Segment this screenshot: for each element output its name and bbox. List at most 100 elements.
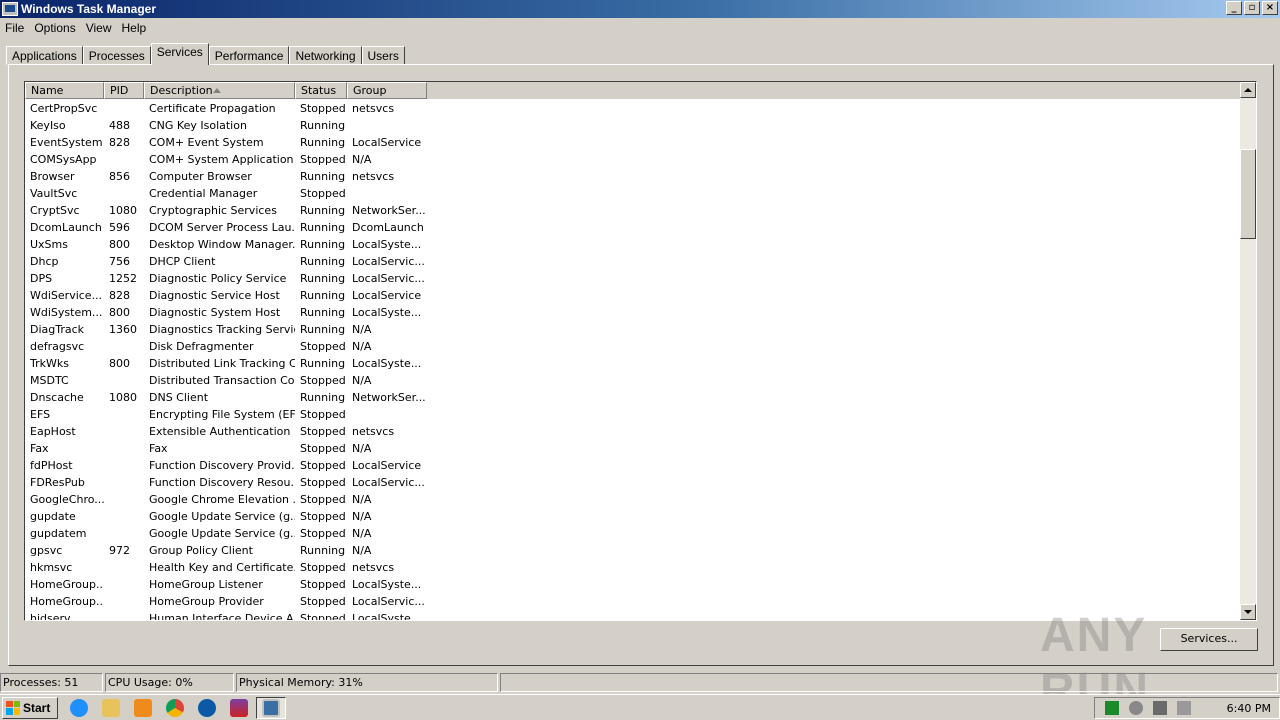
- cell-description: Function Discovery Provid...: [149, 459, 295, 472]
- cell-pid: [104, 423, 144, 440]
- column-header-status[interactable]: Status: [295, 82, 347, 99]
- cell-group: LocalSyste...: [352, 357, 422, 370]
- network-green-icon[interactable]: [1105, 701, 1119, 715]
- cell-description: Google Chrome Elevation ...: [149, 493, 295, 506]
- column-header-group[interactable]: Group: [347, 82, 427, 99]
- cell-name: VaultSvc: [30, 187, 78, 200]
- column-header-pid[interactable]: PID: [104, 82, 144, 99]
- cell-status: Running: [300, 391, 346, 404]
- table-row[interactable]: DiagTrack 1360 Diagnostics Tracking Servic…: [25, 321, 1241, 338]
- cell-name: Dnscache: [30, 391, 84, 404]
- cell-description: DNS Client: [149, 391, 209, 404]
- menu-view[interactable]: View: [81, 19, 117, 37]
- table-row[interactable]: DcomLaunch 596 DCOM Server Process Lau... R…: [25, 219, 1241, 236]
- close-button[interactable]: ×: [1262, 1, 1278, 15]
- cell-status: Stopped: [300, 442, 346, 455]
- vertical-scrollbar[interactable]: [1240, 82, 1256, 620]
- start-button[interactable]: Start: [2, 696, 58, 719]
- menu-help[interactable]: Help: [117, 19, 152, 37]
- tab-networking[interactable]: Networking: [289, 46, 362, 65]
- tab-strip: Applications Processes Services Performa…: [6, 43, 405, 65]
- cell-description: Human Interface Device A...: [149, 612, 295, 621]
- arrow-up-icon: [1244, 88, 1252, 92]
- table-row[interactable]: HomeGroup... HomeGroup Listener Stopped Loc…: [25, 576, 1241, 593]
- ie-icon[interactable]: [64, 697, 94, 719]
- table-row[interactable]: EventSystem 828 COM+ Event System Running Lo…: [25, 134, 1241, 151]
- cell-pid: 828: [109, 289, 130, 302]
- cell-description: Diagnostic System Host: [149, 306, 281, 319]
- cell-pid: [104, 185, 144, 202]
- winrar-icon[interactable]: [224, 697, 254, 719]
- cell-pid: [104, 610, 144, 620]
- chrome-icon[interactable]: [160, 697, 190, 719]
- scroll-thumb[interactable]: [1240, 149, 1256, 239]
- tab-services[interactable]: Services: [150, 43, 209, 65]
- menu-options[interactable]: Options: [29, 19, 80, 37]
- scroll-down-button[interactable]: [1240, 604, 1256, 620]
- tab-applications[interactable]: Applications: [6, 46, 83, 65]
- table-row[interactable]: WdiSystem... 800 Diagnostic System Host Run…: [25, 304, 1241, 321]
- cell-group: netsvcs: [352, 102, 395, 115]
- table-row[interactable]: MSDTC Distributed Transaction Co... Stoppe…: [25, 372, 1241, 389]
- window-controls: _ ▫ ×: [1226, 1, 1278, 15]
- minimize-button[interactable]: _: [1226, 1, 1242, 15]
- table-row[interactable]: DPS 1252 Diagnostic Policy Service Running L…: [25, 270, 1241, 287]
- network-icon[interactable]: [1153, 701, 1167, 715]
- table-row[interactable]: EapHost Extensible Authentication ... Stop…: [25, 423, 1241, 440]
- table-row[interactable]: Dnscache 1080 DNS Client Running NetworkSer.…: [25, 389, 1241, 406]
- table-row[interactable]: gpsvc 972 Group Policy Client Running N/A: [25, 542, 1241, 559]
- table-row[interactable]: GoogleChro... Google Chrome Elevation ...…: [25, 491, 1241, 508]
- edge-icon[interactable]: [192, 697, 222, 719]
- table-row[interactable]: gupdatem Google Update Service (g... Stopp…: [25, 525, 1241, 542]
- services-button[interactable]: Services...: [1160, 628, 1258, 651]
- table-row[interactable]: gupdate Google Update Service (g... Stoppe…: [25, 508, 1241, 525]
- cell-name: EapHost: [30, 425, 76, 438]
- table-row[interactable]: UxSms 800 Desktop Window Manager... Running…: [25, 236, 1241, 253]
- tab-processes[interactable]: Processes: [82, 46, 151, 65]
- table-row[interactable]: FDResPub Function Discovery Resou... Stopp…: [25, 474, 1241, 491]
- clock[interactable]: 6:40 PM: [1227, 702, 1271, 715]
- maximize-button[interactable]: ▫: [1244, 1, 1260, 15]
- table-row[interactable]: Browser 856 Computer Browser Running netsvcs: [25, 168, 1241, 185]
- table-row[interactable]: CryptSvc 1080 Cryptographic Services Runnin…: [25, 202, 1241, 219]
- cell-pid: [104, 372, 144, 389]
- cell-pid: 1080: [109, 391, 137, 404]
- cell-status: Stopped: [300, 408, 346, 421]
- services-list[interactable]: Name PID Description Status Group CertPr…: [24, 81, 1257, 621]
- table-row[interactable]: TrkWks 800 Distributed Link Tracking C... R…: [25, 355, 1241, 372]
- flag-icon[interactable]: [1177, 701, 1191, 715]
- table-row[interactable]: WdiService... 828 Diagnostic Service Host R…: [25, 287, 1241, 304]
- cell-group: netsvcs: [352, 170, 395, 183]
- cell-pid: 756: [109, 255, 130, 268]
- menu-file[interactable]: File: [0, 19, 29, 37]
- window-title: Windows Task Manager: [21, 2, 157, 16]
- tab-performance[interactable]: Performance: [208, 46, 290, 65]
- table-row[interactable]: Dhcp 756 DHCP Client Running LocalServic...: [25, 253, 1241, 270]
- scroll-up-button[interactable]: [1240, 82, 1256, 98]
- speaker-icon[interactable]: [1129, 701, 1143, 715]
- table-row[interactable]: Fax Fax Stopped N/A: [25, 440, 1241, 457]
- table-row[interactable]: CertPropSvc Certificate Propagation Stoppe…: [25, 100, 1241, 117]
- table-row[interactable]: HomeGroup... HomeGroup Provider Stopped Loc…: [25, 593, 1241, 610]
- table-row[interactable]: hidserv Human Interface Device A... Stoppe…: [25, 610, 1241, 621]
- cell-name: DcomLaunch: [30, 221, 102, 234]
- cell-status: Running: [300, 238, 346, 251]
- cell-name: HomeGroup...: [30, 595, 104, 608]
- column-header-description[interactable]: Description: [144, 82, 295, 99]
- table-row[interactable]: KeyIso 488 CNG Key Isolation Running: [25, 117, 1241, 134]
- tab-users[interactable]: Users: [361, 46, 405, 65]
- cell-group: N/A: [352, 153, 372, 166]
- column-header-name[interactable]: Name: [25, 82, 104, 99]
- table-row[interactable]: fdPHost Function Discovery Provid... Stopp…: [25, 457, 1241, 474]
- task-manager-taskbar-button[interactable]: [256, 696, 286, 719]
- table-row[interactable]: EFS Encrypting File System (EFS) Stopped: [25, 406, 1241, 423]
- table-row[interactable]: defragsvc Disk Defragmenter Stopped N/A: [25, 338, 1241, 355]
- cell-group: [347, 185, 427, 202]
- media-player-icon[interactable]: [128, 697, 158, 719]
- table-row[interactable]: hkmsvc Health Key and Certificate... Stopp…: [25, 559, 1241, 576]
- explorer-icon[interactable]: [96, 697, 126, 719]
- cell-description: Distributed Transaction Co...: [149, 374, 295, 387]
- cell-pid: 1080: [109, 204, 137, 217]
- table-row[interactable]: COMSysApp COM+ System Application Stopped N…: [25, 151, 1241, 168]
- table-row[interactable]: VaultSvc Credential Manager Stopped: [25, 185, 1241, 202]
